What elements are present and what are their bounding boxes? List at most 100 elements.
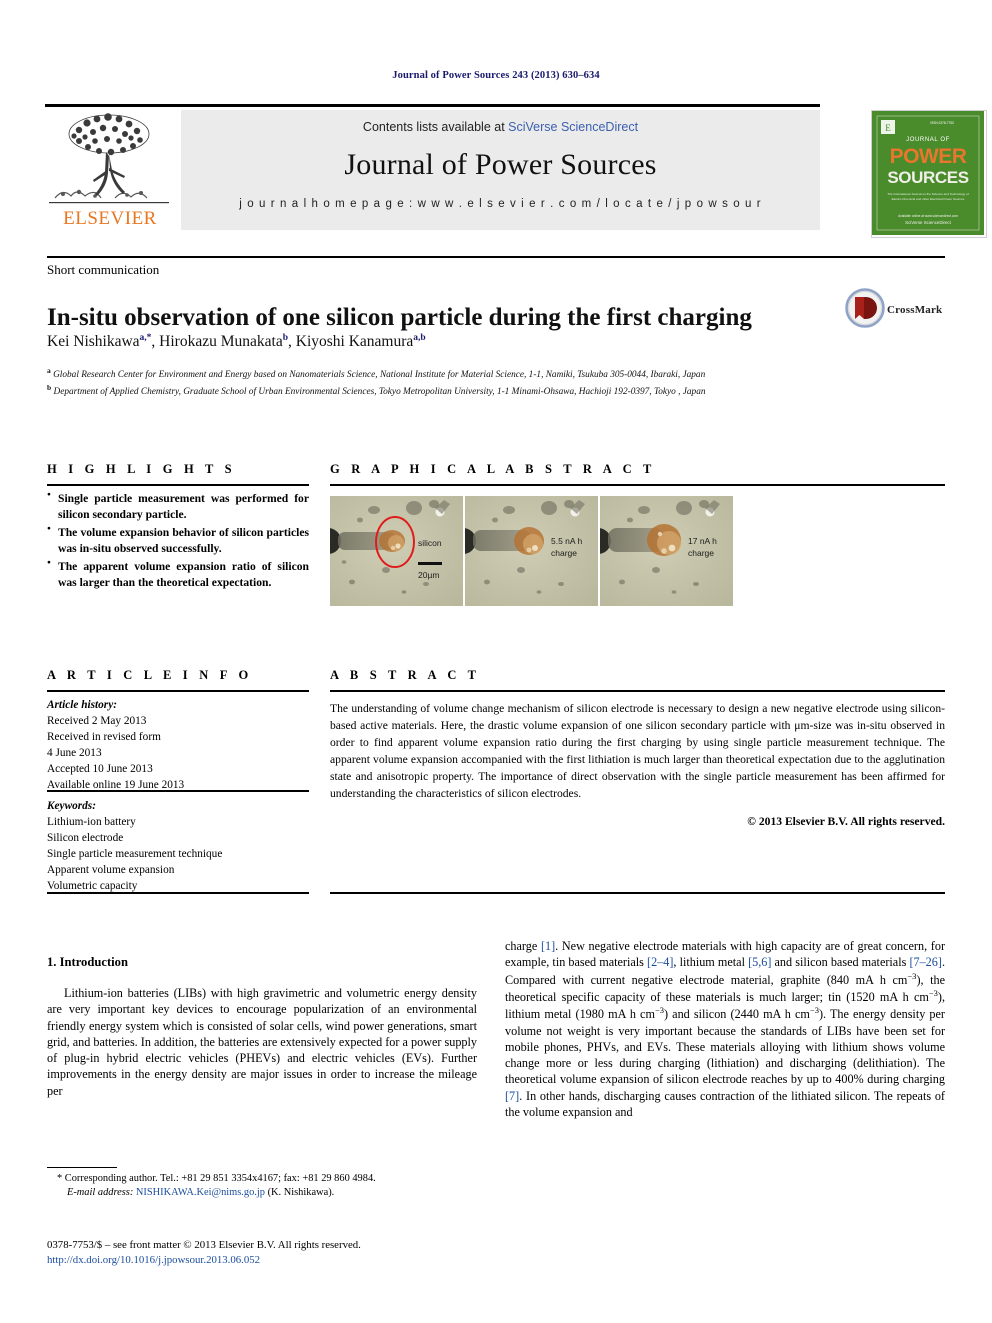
elsevier-tree-icon xyxy=(49,113,169,204)
article-history: Article history: Received 2 May 2013 Rec… xyxy=(47,697,309,793)
article-info-rule-3 xyxy=(47,892,309,894)
abstract-rule xyxy=(330,690,945,692)
abstract-rule-2 xyxy=(330,892,945,894)
masthead-top-rule xyxy=(45,104,820,107)
list-item: Single particle measurement was performe… xyxy=(47,490,309,524)
ga-panel-3: 17 nA h charge xyxy=(600,496,733,606)
svg-text:POWER: POWER xyxy=(890,145,967,168)
crossmark-label: CrossMark xyxy=(887,304,943,316)
article-info-rule xyxy=(47,690,309,692)
micrograph-2: 5.5 nA h charge xyxy=(465,496,598,606)
ga-panel-2: 5.5 nA h charge xyxy=(465,496,598,606)
keyword-item: Lithium-ion battery xyxy=(47,816,136,829)
email-suffix: (K. Nishikawa). xyxy=(267,1187,335,1199)
email-line: E-mail address: NISHIKAWA.Kei@nims.go.jp… xyxy=(47,1186,477,1200)
highlights-heading: H I G H L I G H T S xyxy=(47,462,236,476)
svg-text:The International Journal on t: The International Journal on the Science… xyxy=(887,192,969,196)
keywords-block: Keywords: Lithium-ion battery Silicon el… xyxy=(47,798,309,894)
author-2: Kiyoshi Kanamuraa,b xyxy=(295,333,426,351)
corresponding-author-line: * Corresponding author. Tel.: +81 29 851… xyxy=(57,1173,376,1184)
journal-title: Journal of Power Sources xyxy=(344,148,657,181)
svg-text:Available online at www.scienc: Available online at www.sciencedirect.co… xyxy=(898,214,958,218)
citation-7-26[interactable]: [7–26] xyxy=(909,955,942,969)
elsevier-logo: ELSEVIER xyxy=(45,110,173,230)
svg-text:17 nA h: 17 nA h xyxy=(688,536,717,546)
list-item: The volume expansion behavior of silicon… xyxy=(47,524,309,558)
abstract-heading: A B S T R A C T xyxy=(330,668,481,682)
citation-7[interactable]: [7] xyxy=(505,1089,519,1103)
journal-masthead: ELSEVIER Contents lists available at Sci… xyxy=(45,104,987,238)
svg-text:charge: charge xyxy=(551,548,577,558)
citation-2-4[interactable]: [2–4] xyxy=(647,955,673,969)
affiliations: a Global Research Center for Environment… xyxy=(47,366,747,399)
footnote-rule xyxy=(47,1167,117,1168)
cover-art: E ISSN 0378-7753 JOURNAL OF POWER SOURCE… xyxy=(872,111,984,235)
crossmark-badge[interactable]: CrossMark xyxy=(845,288,945,340)
abstract-copyright: © 2013 Elsevier B.V. All rights reserved… xyxy=(747,815,945,828)
article-info-heading: A R T I C L E I N F O xyxy=(47,668,253,682)
paper-page: Journal of Power Sources 243 (2013) 630–… xyxy=(0,0,992,1323)
svg-text:silicon: silicon xyxy=(418,538,442,548)
history-item: Received 2 May 2013 xyxy=(47,715,147,728)
micrograph-1: silicon 20µm xyxy=(330,496,463,606)
svg-text:SOURCES: SOURCES xyxy=(887,168,968,187)
email-address[interactable]: NISHIKAWA.Kei@nims.go.jp xyxy=(136,1187,265,1198)
elsevier-wordmark: ELSEVIER xyxy=(63,208,157,229)
list-item: The apparent volume expansion ratio of s… xyxy=(47,558,309,592)
journal-cover-thumbnail: E ISSN 0378-7753 JOURNAL OF POWER SOURCE… xyxy=(871,110,987,238)
keywords-label: Keywords: xyxy=(47,800,96,812)
affiliation-a: a Global Research Center for Environment… xyxy=(47,366,706,381)
running-head: Journal of Power Sources 243 (2013) 630–… xyxy=(392,70,600,81)
footnote-corresponding-author: * Corresponding author. Tel.: +81 29 851… xyxy=(47,1172,477,1201)
author-list: Kei Nishikawaa,*, Hirokazu Munakatab, Ki… xyxy=(47,333,426,351)
history-item: Accepted 10 June 2013 xyxy=(47,763,153,776)
body-column-right: charge [1]. New negative electrode mater… xyxy=(505,938,945,1120)
svg-text:SciVerse ScienceDirect: SciVerse ScienceDirect xyxy=(905,220,951,225)
graphical-abstract-figure: silicon 20µm 5.5 nA h charge 17 nA h cha… xyxy=(330,496,735,606)
ga-panel-1: silicon 20µm xyxy=(330,496,463,606)
history-item: 4 June 2013 xyxy=(47,747,102,760)
svg-text:Electro-Chemical and other Ele: Electro-Chemical and other Electrical Po… xyxy=(892,197,965,201)
highlights-list: Single particle measurement was performe… xyxy=(47,490,309,593)
article-history-label: Article history: xyxy=(47,699,117,711)
email-label: E-mail address: xyxy=(67,1187,134,1199)
keyword-item: Apparent volume expansion xyxy=(47,864,175,877)
body-column-left: 1. Introduction Lithium-ion batteries (L… xyxy=(47,955,477,1099)
graphical-abstract-rule xyxy=(330,484,945,486)
affiliation-b: b Department of Applied Chemistry, Gradu… xyxy=(47,382,706,397)
crossmark-icon xyxy=(845,288,885,328)
imprint-block: 0378-7753/$ – see front matter © 2013 El… xyxy=(47,1238,477,1269)
author-0: Kei Nishikawaa,* xyxy=(47,333,152,351)
intro-paragraph-right: charge [1]. New negative electrode mater… xyxy=(505,939,945,1119)
author-2-marks: a,b xyxy=(413,333,426,343)
svg-text:ISSN 0378-7753: ISSN 0378-7753 xyxy=(930,121,954,125)
title-top-rule xyxy=(47,256,945,258)
svg-text:charge: charge xyxy=(688,548,714,558)
doi-link[interactable]: http://dx.doi.org/10.1016/j.jpowsour.201… xyxy=(47,1253,477,1268)
svg-text:E: E xyxy=(885,123,891,133)
keyword-item: Silicon electrode xyxy=(47,832,124,845)
svg-text:20µm: 20µm xyxy=(418,570,439,580)
micrograph-3: 17 nA h charge xyxy=(600,496,733,606)
svg-text:JOURNAL OF: JOURNAL OF xyxy=(906,137,950,143)
contents-prefix: Contents lists available at xyxy=(362,120,509,134)
sciencedirect-link[interactable]: SciVerse ScienceDirect xyxy=(508,120,638,134)
page-title: In-situ observation of one silicon parti… xyxy=(47,303,752,331)
article-info-rule-2 xyxy=(47,790,309,792)
citation-5-6[interactable]: [5,6] xyxy=(748,955,771,969)
history-item: Received in revised form xyxy=(47,731,161,744)
intro-paragraph-left: Lithium-ion batteries (LIBs) with high g… xyxy=(47,986,477,1098)
author-0-marks: a,* xyxy=(139,333,152,343)
author-1-marks: b xyxy=(282,333,288,343)
imprint-line: 0378-7753/$ – see front matter © 2013 El… xyxy=(47,1239,361,1251)
contents-line: Contents lists available at SciVerse Sci… xyxy=(363,120,638,134)
graphical-abstract-heading: G R A P H I C A L A B S T R A C T xyxy=(330,462,656,476)
journal-band: Contents lists available at SciVerse Sci… xyxy=(181,110,820,230)
citation-1[interactable]: [1] xyxy=(541,939,555,953)
svg-text:5.5 nA h: 5.5 nA h xyxy=(551,536,582,546)
author-1: Hirokazu Munakatab xyxy=(159,333,288,351)
journal-homepage[interactable]: j o u r n a l h o m e p a g e : w w w . … xyxy=(239,198,762,210)
section-heading-introduction: 1. Introduction xyxy=(47,955,128,969)
highlights-rule xyxy=(47,484,309,486)
keyword-item: Single particle measurement technique xyxy=(47,848,223,861)
